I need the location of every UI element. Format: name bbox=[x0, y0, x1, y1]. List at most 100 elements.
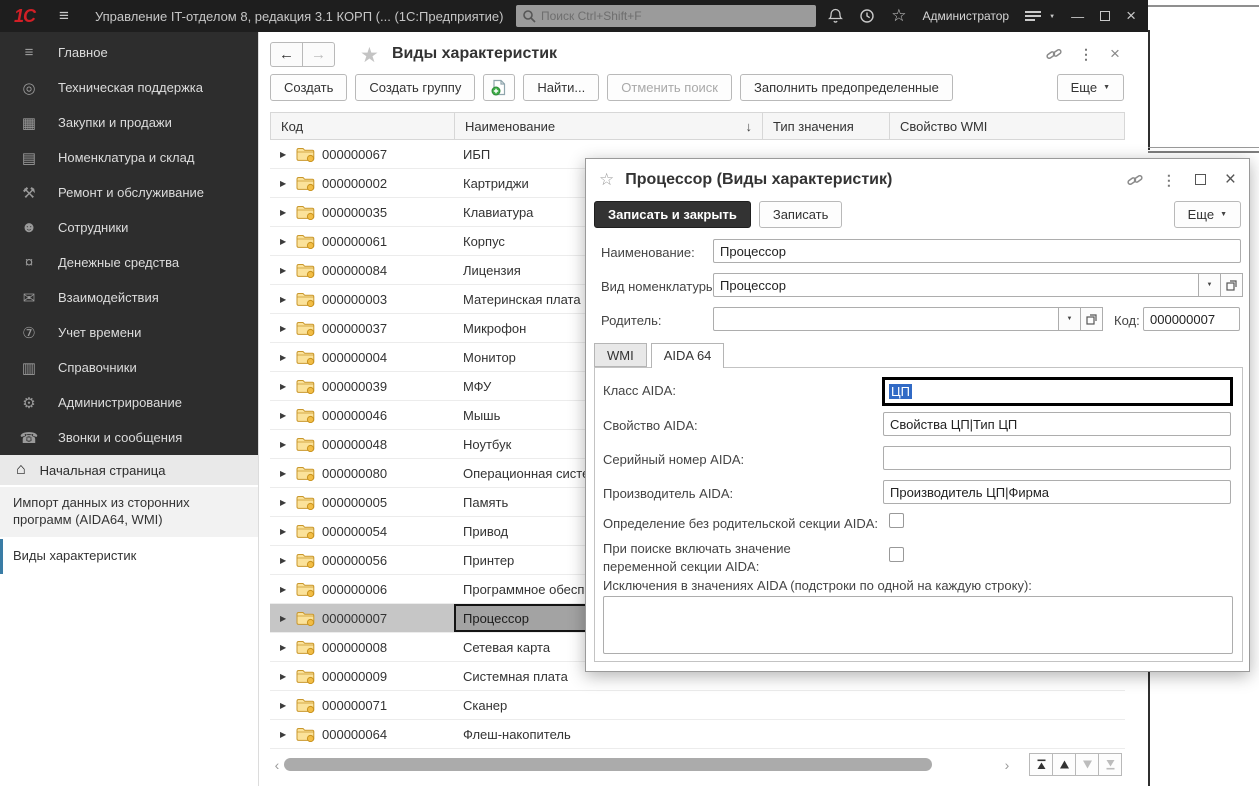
main-menu-icon[interactable]: ≡ bbox=[59, 6, 69, 26]
nav-forward-button[interactable]: → bbox=[302, 42, 335, 67]
expand-row-icon[interactable]: ▶ bbox=[280, 498, 289, 507]
maximize-window-button[interactable] bbox=[1100, 11, 1110, 21]
favorites-star-icon[interactable]: ☆ bbox=[891, 6, 906, 26]
cancel-search-button[interactable]: Отменить поиск bbox=[607, 74, 732, 101]
home-page-item[interactable]: ⌂ Начальная страница bbox=[0, 455, 258, 487]
sidebar-item[interactable]: ≡ Главное bbox=[0, 35, 258, 70]
fill-predefined-button[interactable]: Заполнить предопределенные bbox=[740, 74, 953, 101]
aida-exclusions-textarea[interactable] bbox=[603, 596, 1233, 654]
parent-open-button[interactable] bbox=[1081, 307, 1103, 331]
minimize-window-button[interactable]: — bbox=[1071, 9, 1084, 24]
expand-row-icon[interactable]: ▶ bbox=[280, 150, 289, 159]
parent-dropdown-button[interactable]: ▼ bbox=[1059, 307, 1081, 331]
table-row[interactable]: ▶ 000000064 Флеш-накопитель bbox=[270, 720, 1125, 749]
tab[interactable]: WMI bbox=[594, 343, 647, 367]
aida-class-field[interactable]: ЦП bbox=[882, 377, 1233, 406]
scrollbar-track[interactable] bbox=[284, 758, 1000, 772]
expand-row-icon[interactable]: ▶ bbox=[280, 411, 289, 420]
aida-vendor-field[interactable] bbox=[883, 480, 1231, 504]
aida-property-field[interactable] bbox=[883, 412, 1231, 436]
tab[interactable]: AIDA 64 bbox=[651, 343, 725, 368]
column-header-code[interactable]: Код bbox=[271, 113, 455, 139]
sidebar-item[interactable]: ▥ Справочники bbox=[0, 350, 258, 385]
favorite-star-icon[interactable]: ★ bbox=[360, 43, 379, 68]
expand-row-icon[interactable]: ▶ bbox=[280, 701, 289, 710]
sidebar-item[interactable]: ⚒ Ремонт и обслуживание bbox=[0, 175, 258, 210]
nomenclature-field[interactable] bbox=[713, 273, 1199, 297]
expand-row-icon[interactable]: ▶ bbox=[280, 585, 289, 594]
table-row[interactable]: ▶ 000000071 Сканер bbox=[270, 691, 1125, 720]
expand-row-icon[interactable]: ▶ bbox=[280, 469, 289, 478]
sidebar-item[interactable]: ⚙ Администрирование bbox=[0, 385, 258, 420]
more-button[interactable]: Еще▼ bbox=[1057, 74, 1124, 101]
sidebar-item[interactable]: ▤ Номенклатура и склад bbox=[0, 140, 258, 175]
column-header-name[interactable]: Наименование ↓ bbox=[455, 113, 763, 139]
column-header-type[interactable]: Тип значения bbox=[763, 113, 890, 139]
folder-icon bbox=[296, 321, 315, 336]
create-new-element-button[interactable] bbox=[483, 74, 515, 101]
sidebar-item[interactable]: ⑦ Учет времени bbox=[0, 315, 258, 350]
aida-no-parent-section-checkbox[interactable] bbox=[889, 513, 904, 528]
kebab-menu-icon[interactable]: ⋮ bbox=[1079, 46, 1093, 63]
link-icon[interactable] bbox=[1046, 46, 1062, 62]
find-button[interactable]: Найти... bbox=[523, 74, 599, 101]
more-button[interactable]: Еще▼ bbox=[1174, 201, 1241, 228]
expand-row-icon[interactable]: ▶ bbox=[280, 672, 289, 681]
nomenclature-open-button[interactable] bbox=[1221, 273, 1243, 297]
history-clock-icon[interactable] bbox=[859, 8, 875, 24]
code-field[interactable] bbox=[1143, 307, 1240, 331]
expand-row-icon[interactable]: ▶ bbox=[280, 614, 289, 623]
sidebar-item[interactable]: ◎ Техническая поддержка bbox=[0, 70, 258, 105]
favorite-star-outline-icon[interactable]: ☆ bbox=[599, 170, 614, 190]
expand-row-icon[interactable]: ▶ bbox=[280, 440, 289, 449]
scroll-right-icon[interactable]: › bbox=[1000, 757, 1014, 773]
service-menu-icon[interactable]: ▼ bbox=[1025, 11, 1055, 21]
scrollbar-thumb[interactable] bbox=[284, 758, 932, 771]
open-window-item[interactable]: Импорт данных из сторонних программ (AID… bbox=[0, 487, 258, 539]
expand-row-icon[interactable]: ▶ bbox=[280, 643, 289, 652]
create-button[interactable]: Создать bbox=[270, 74, 347, 101]
open-window-item[interactable]: Виды характеристик bbox=[0, 539, 258, 576]
global-search[interactable] bbox=[516, 5, 816, 27]
aida-include-variable-checkbox[interactable] bbox=[889, 547, 904, 562]
save-and-close-button[interactable]: Записать и закрыть bbox=[594, 201, 751, 228]
close-form-icon[interactable]: × bbox=[1110, 44, 1120, 64]
sidebar-item[interactable]: ☎ Звонки и сообщения bbox=[0, 420, 258, 455]
aida-serial-field[interactable] bbox=[883, 446, 1231, 470]
parent-field[interactable] bbox=[713, 307, 1059, 331]
expand-row-icon[interactable]: ▶ bbox=[280, 382, 289, 391]
search-input[interactable] bbox=[541, 9, 810, 23]
expand-row-icon[interactable]: ▶ bbox=[280, 208, 289, 217]
nomenclature-dropdown-button[interactable]: ▼ bbox=[1199, 273, 1221, 297]
close-dialog-icon[interactable]: × bbox=[1225, 169, 1236, 191]
close-window-button[interactable]: × bbox=[1126, 6, 1136, 26]
scroll-left-icon[interactable]: ‹ bbox=[270, 757, 284, 773]
maximize-dialog-icon[interactable] bbox=[1195, 173, 1206, 188]
nav-back-button[interactable]: ← bbox=[270, 42, 303, 67]
expand-row-icon[interactable]: ▶ bbox=[280, 527, 289, 536]
name-field[interactable] bbox=[713, 239, 1241, 263]
expand-row-icon[interactable]: ▶ bbox=[280, 237, 289, 246]
expand-row-icon[interactable]: ▶ bbox=[280, 730, 289, 739]
user-menu[interactable]: Администратор bbox=[923, 9, 1010, 23]
expand-row-icon[interactable]: ▶ bbox=[280, 353, 289, 362]
sidebar-item[interactable]: ✉ Взаимодействия bbox=[0, 280, 258, 315]
go-to-first-button[interactable] bbox=[1029, 753, 1053, 776]
expand-row-icon[interactable]: ▶ bbox=[280, 266, 289, 275]
expand-row-icon[interactable]: ▶ bbox=[280, 324, 289, 333]
go-to-last-button[interactable] bbox=[1098, 753, 1122, 776]
column-header-wmi[interactable]: Свойство WMI bbox=[890, 113, 1124, 139]
sidebar-item[interactable]: ¤ Денежные средства bbox=[0, 245, 258, 280]
expand-row-icon[interactable]: ▶ bbox=[280, 179, 289, 188]
expand-row-icon[interactable]: ▶ bbox=[280, 295, 289, 304]
save-button[interactable]: Записать bbox=[759, 201, 843, 228]
notifications-bell-icon[interactable] bbox=[828, 8, 843, 24]
link-icon[interactable] bbox=[1127, 172, 1143, 188]
sidebar-item[interactable]: ▦ Закупки и продажи bbox=[0, 105, 258, 140]
move-up-button[interactable] bbox=[1052, 753, 1076, 776]
move-down-button[interactable] bbox=[1075, 753, 1099, 776]
create-group-button[interactable]: Создать группу bbox=[355, 74, 475, 101]
sidebar-item[interactable]: ☻ Сотрудники bbox=[0, 210, 258, 245]
kebab-menu-icon[interactable]: ⋮ bbox=[1162, 172, 1176, 189]
expand-row-icon[interactable]: ▶ bbox=[280, 556, 289, 565]
